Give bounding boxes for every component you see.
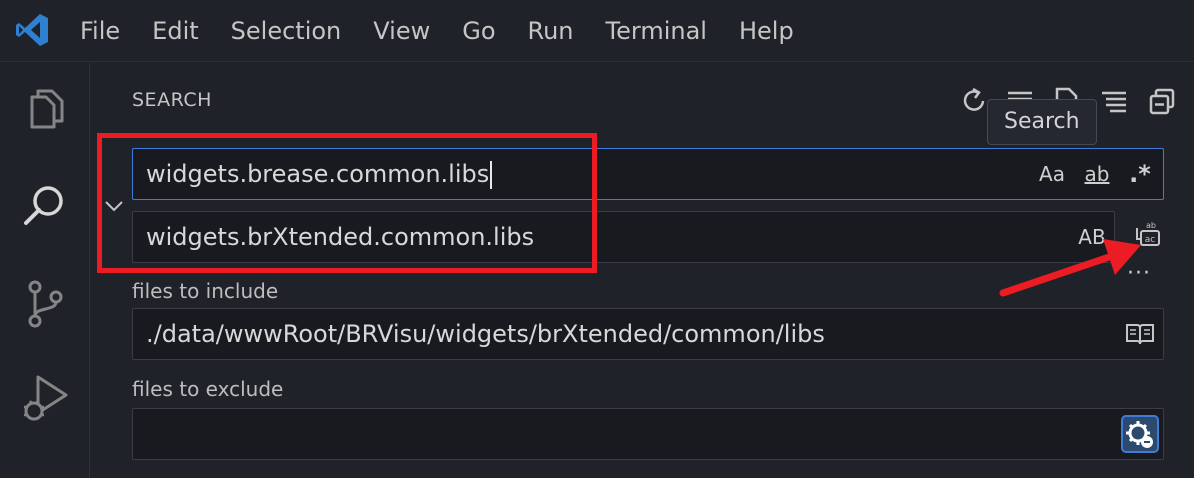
explorer-icon[interactable] [18, 85, 72, 139]
activity-bar [0, 63, 90, 478]
menu-selection[interactable]: Selection [215, 9, 358, 53]
menu-help[interactable]: Help [723, 9, 810, 53]
run-debug-icon[interactable] [18, 371, 72, 425]
menu-file[interactable]: File [64, 9, 136, 53]
use-exclude-settings-gear-icon[interactable] [1121, 415, 1159, 453]
files-to-include-input[interactable]: ./data/wwwRoot/BRVisu/widgets/brXtended/… [132, 308, 1164, 360]
menu-terminal[interactable]: Terminal [590, 9, 723, 53]
files-to-include-label: files to include [132, 279, 279, 303]
menu-bar: File Edit Selection View Go Run Terminal… [64, 0, 810, 62]
files-to-exclude-label: files to exclude [132, 377, 284, 401]
files-to-exclude-input[interactable] [132, 408, 1164, 460]
vscode-logo-icon [16, 14, 48, 46]
use-regex-toggle[interactable]: .* [1123, 159, 1157, 189]
menu-view[interactable]: View [357, 9, 446, 53]
source-control-icon[interactable] [18, 277, 72, 331]
files-to-include-value: ./data/wwwRoot/BRVisu/widgets/brXtended/… [146, 320, 825, 348]
menu-edit[interactable]: Edit [136, 9, 214, 53]
search-icon[interactable] [18, 179, 72, 233]
search-tooltip: Search [987, 99, 1097, 145]
search-view-title: SEARCH [132, 89, 212, 111]
refresh-icon[interactable] [958, 85, 990, 117]
search-only-open-editors-book-icon[interactable] [1125, 321, 1155, 347]
search-view: SEARCH Search widgets.brease.common.libs… [91, 63, 1194, 478]
title-bar: File Edit Selection View Go Run Terminal… [0, 0, 1194, 62]
menu-run[interactable]: Run [512, 9, 590, 53]
menu-go[interactable]: Go [446, 9, 511, 53]
match-whole-word-toggle[interactable]: ab [1079, 159, 1115, 189]
collapse-all-icon[interactable] [1146, 85, 1178, 117]
highlight-annotation-box [97, 133, 597, 273]
red-arrow-annotation-icon [999, 239, 1141, 297]
match-case-toggle[interactable]: Aa [1035, 159, 1069, 189]
view-as-tree-icon[interactable] [1098, 85, 1130, 117]
